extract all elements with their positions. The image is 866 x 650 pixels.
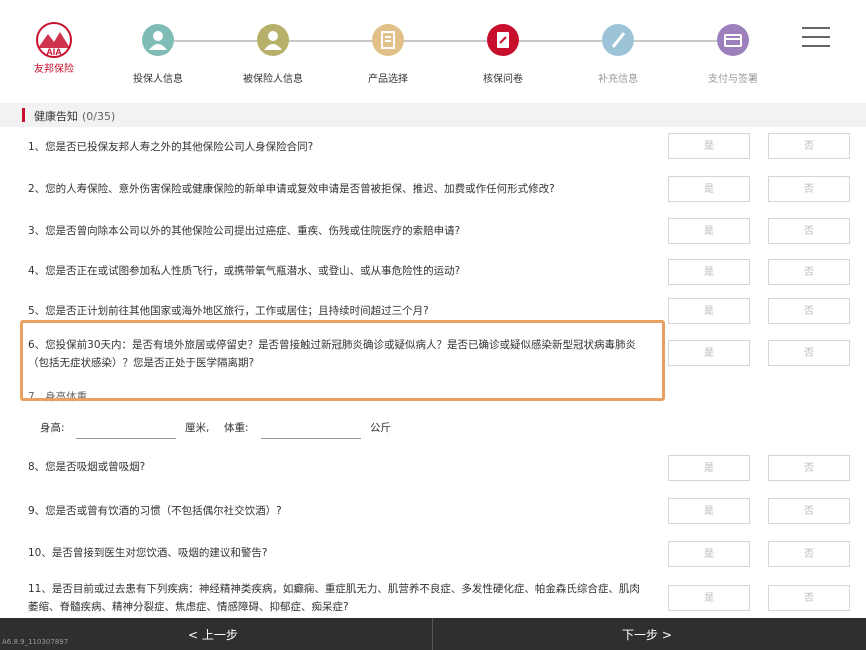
answer-no-button[interactable]: 否 — [768, 259, 850, 285]
answer-yes-button[interactable]: 是 — [668, 498, 750, 524]
question-3: 3、您是否曾向除本公司以外的其他保险公司提出过癌症、重疾、伤残或住院医疗的索赔申… — [28, 225, 461, 237]
answer-no-button[interactable]: 否 — [768, 218, 850, 244]
question-8: 8、您是否吸烟或曾吸烟? — [28, 461, 146, 473]
person-icon — [142, 24, 174, 56]
svg-text:AIA: AIA — [46, 47, 62, 57]
question-9: 9、您是否或曾有饮酒的习惯（不包括偶尔社交饮酒）? — [28, 505, 282, 517]
answer-no-button[interactable]: 否 — [768, 498, 850, 524]
weight-unit: 公斤 — [370, 422, 391, 434]
answer-no-button[interactable]: 否 — [768, 133, 850, 159]
footer-bar: A6.8.9_110307897 < 上一步 下一步 > — [0, 618, 866, 650]
step-label: 补充信息 — [598, 74, 638, 85]
question-11: 11、是否目前或过去患有下列疾病：神经精神类疾病，如癫痫、重症肌无力、肌营养不良… — [28, 583, 640, 613]
answer-yes-button[interactable]: 是 — [668, 218, 750, 244]
question-10: 10、是否曾接到医生对您饮酒、吸烟的建议和警告? — [28, 547, 268, 559]
footer-divider — [432, 618, 433, 650]
height-input[interactable] — [76, 438, 176, 439]
answer-yes-button[interactable]: 是 — [668, 259, 750, 285]
answer-no-button[interactable]: 否 — [768, 455, 850, 481]
step-supplement[interactable]: 补充信息 — [568, 24, 668, 85]
section-title: 健康告知 (0/35) — [34, 110, 116, 123]
edit-icon — [487, 24, 519, 56]
person-icon — [257, 24, 289, 56]
answer-yes-button[interactable]: 是 — [668, 176, 750, 202]
question-5: 5、您是否正计划前往其他国家或海外地区旅行，工作或居住；且持续时间超过三个月? — [28, 305, 429, 317]
header: AIA 友邦保险 投保人信息 被保险人信息 产品选择 核保问卷 补充信息 支付与… — [0, 0, 866, 100]
step-label: 投保人信息 — [133, 74, 183, 85]
answer-no-button[interactable]: 否 — [768, 585, 850, 611]
answer-yes-button[interactable]: 是 — [668, 133, 750, 159]
section-header: 健康告知 (0/35) — [0, 103, 866, 127]
aia-logo-icon: AIA — [36, 22, 72, 58]
step-insured[interactable]: 被保险人信息 — [223, 24, 323, 85]
weight-label: 体重: — [224, 422, 249, 434]
question-1: 1、您是否已投保友邦人寿之外的其他保险公司人身保险合同? — [28, 141, 314, 153]
height-label: 身高: — [40, 422, 65, 434]
step-questionnaire[interactable]: 核保问卷 — [453, 24, 553, 85]
step-product[interactable]: 产品选择 — [338, 24, 438, 85]
highlight-box — [20, 320, 665, 401]
next-step-button[interactable]: 下一步 > — [622, 626, 672, 643]
question-2: 2、您的人寿保险、意外伤害保险或健康保险的新单申请或复效申请是否曾被拒保、推迟、… — [28, 183, 555, 195]
answer-no-button[interactable]: 否 — [768, 176, 850, 202]
step-policyholder[interactable]: 投保人信息 — [108, 24, 208, 85]
list-icon — [372, 24, 404, 56]
aia-logo: AIA 友邦保险 — [28, 22, 80, 82]
answer-yes-button[interactable]: 是 — [668, 585, 750, 611]
answer-no-button[interactable]: 否 — [768, 340, 850, 366]
step-label: 产品选择 — [368, 74, 408, 85]
step-label: 核保问卷 — [483, 74, 523, 85]
logo-name: 友邦保险 — [34, 64, 74, 75]
answer-yes-button[interactable]: 是 — [668, 340, 750, 366]
answer-yes-button[interactable]: 是 — [668, 455, 750, 481]
height-unit: 厘米, — [185, 422, 210, 434]
step-label: 支付与签署 — [708, 74, 758, 85]
version-label: A6.8.9_110307897 — [2, 638, 69, 646]
weight-input[interactable] — [261, 438, 361, 439]
section-count: (0/35) — [82, 110, 116, 123]
card-icon — [717, 24, 749, 56]
answer-yes-button[interactable]: 是 — [668, 298, 750, 324]
step-label: 被保险人信息 — [243, 74, 303, 85]
menu-icon[interactable] — [802, 27, 830, 49]
answer-yes-button[interactable]: 是 — [668, 541, 750, 567]
prev-step-button[interactable]: < 上一步 — [188, 626, 238, 643]
pen-icon — [602, 24, 634, 56]
answer-no-button[interactable]: 否 — [768, 298, 850, 324]
section-marker — [22, 108, 25, 122]
question-4: 4、您是否正在或试图参加私人性质飞行，或携带氧气瓶潜水、或登山、或从事危险性的运… — [28, 265, 461, 277]
step-payment[interactable]: 支付与签署 — [683, 24, 783, 85]
answer-no-button[interactable]: 否 — [768, 541, 850, 567]
